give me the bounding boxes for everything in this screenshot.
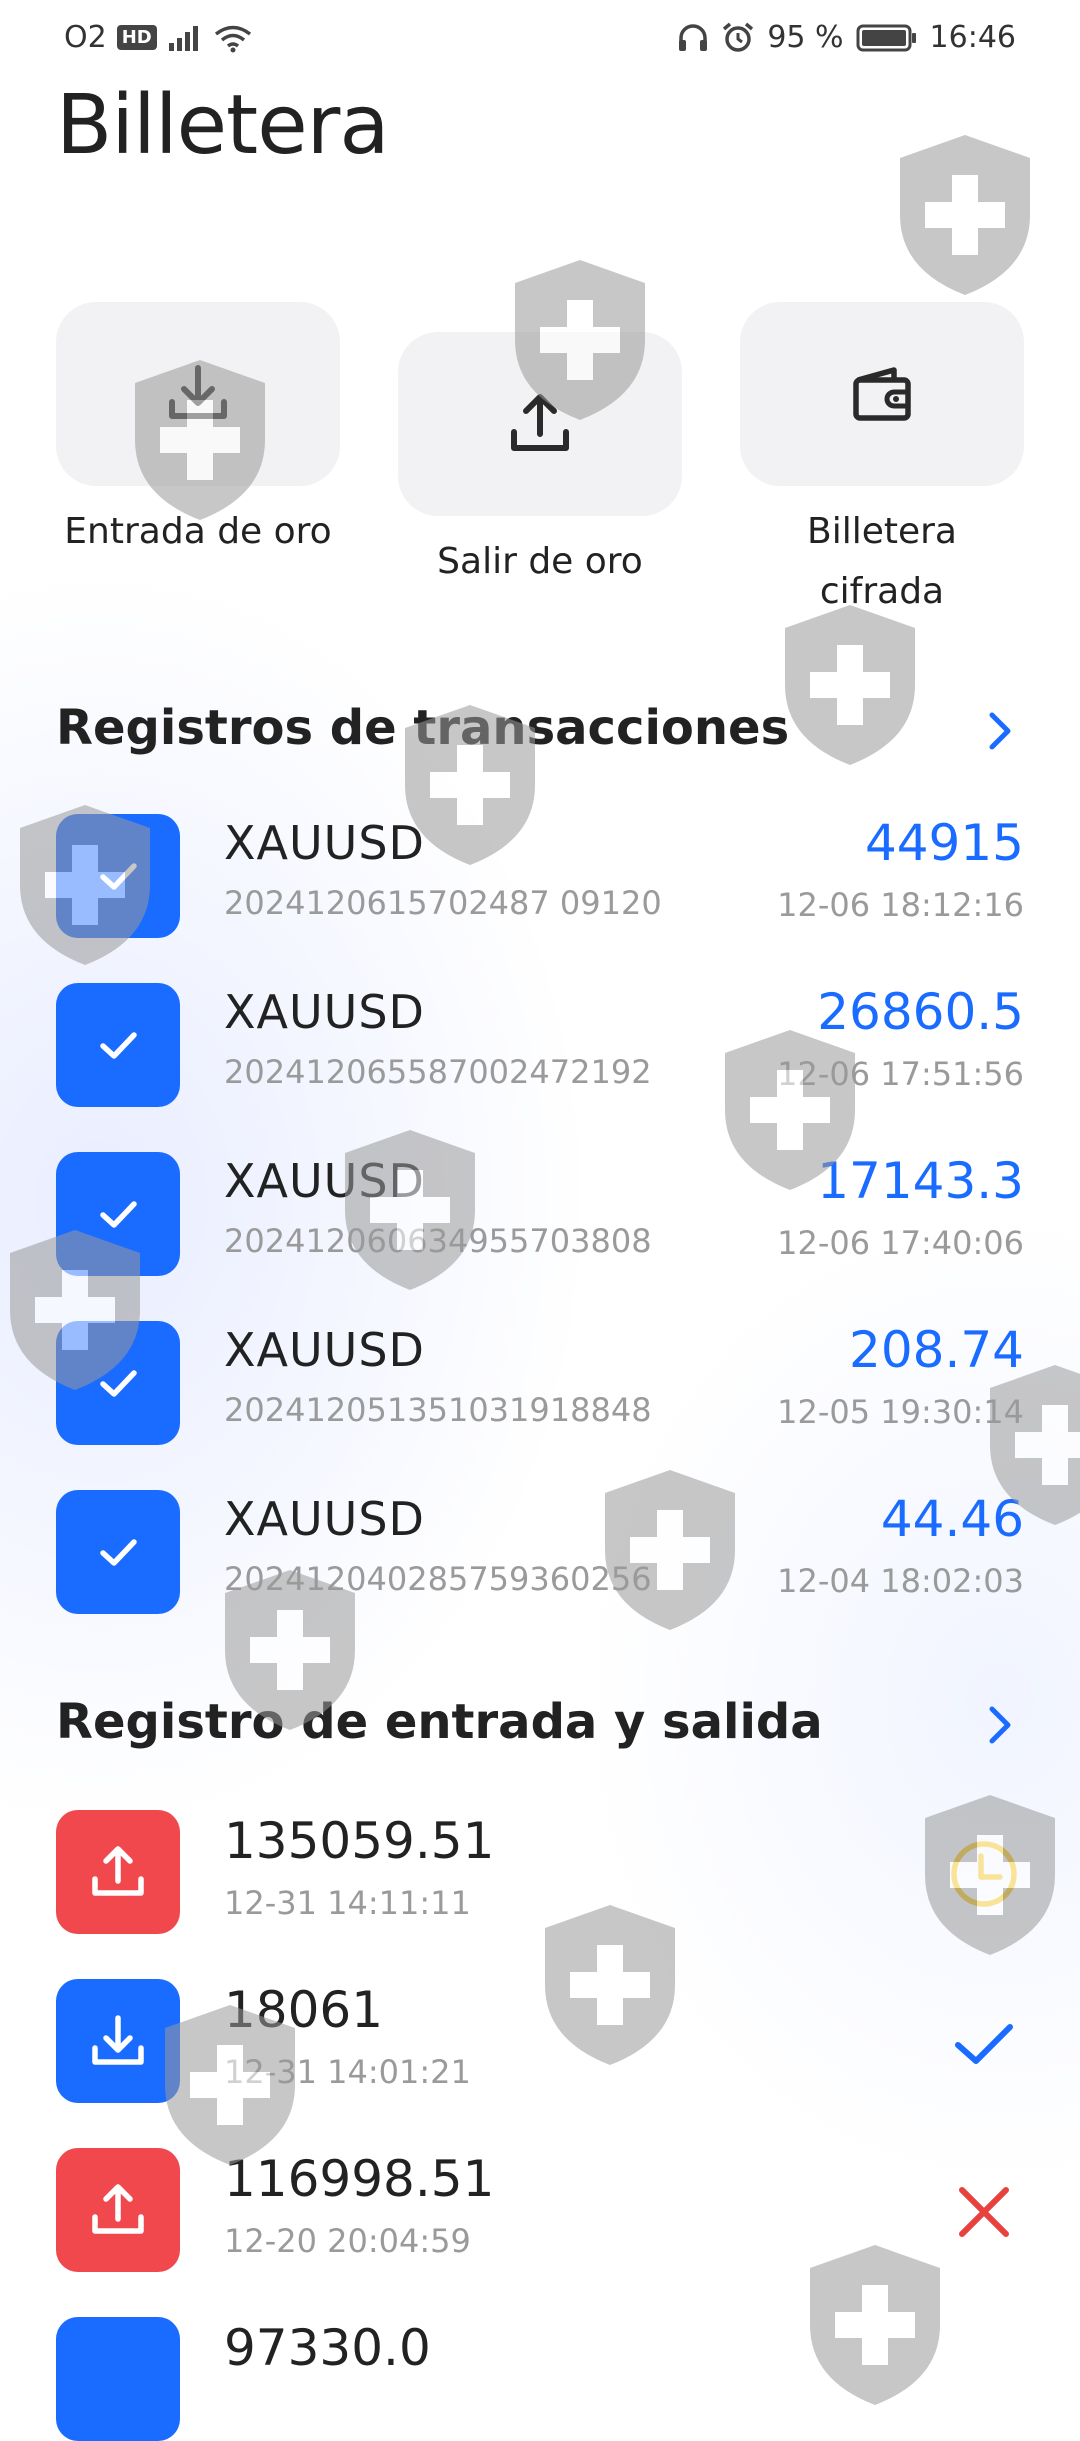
page-title: Billetera — [56, 78, 390, 173]
transaction-id: 202412051351031918848 — [224, 1391, 652, 1429]
battery-icon — [856, 24, 916, 51]
io-record-row[interactable]: 135059.51 12-31 14:11:11 — [56, 1806, 1024, 1934]
pending-status — [944, 1834, 1024, 1914]
io-record-row[interactable]: 97330.0 — [56, 2313, 1024, 2441]
transaction-id: 202412040285759360256 — [224, 1560, 652, 1598]
deposit-tile — [56, 1979, 180, 2103]
io-time: 12-31 14:11:11 — [224, 1884, 471, 1922]
transaction-id: 202412065587002472192 — [224, 1053, 652, 1091]
transaction-id: 2024120615702487 09120 — [224, 884, 662, 922]
transaction-symbol: XAUUSD — [224, 1492, 425, 1546]
io-amount: 135059.51 — [224, 1812, 495, 1870]
transaction-time: 12-05 19:30:14 — [777, 1393, 1024, 1431]
check-icon — [100, 1201, 137, 1228]
deposit-tile — [56, 2317, 180, 2441]
gold-deposit-label: Entrada de oro — [64, 511, 332, 552]
wifi-icon — [214, 25, 251, 52]
alarm-icon — [723, 22, 754, 52]
gold-deposit-action[interactable]: Entrada de oro — [56, 302, 340, 562]
gold-withdraw-action[interactable]: Salir de oro — [398, 332, 682, 592]
check-icon — [100, 1032, 137, 1059]
wallet-icon — [853, 367, 911, 421]
check-icon — [100, 863, 137, 890]
download-tray-icon — [169, 365, 227, 419]
check-icon — [100, 1370, 137, 1397]
gold-withdraw-tile[interactable] — [398, 332, 682, 516]
transaction-time: 12-06 17:40:06 — [777, 1224, 1024, 1262]
gold-withdraw-label: Salir de oro — [437, 541, 643, 582]
check-icon — [100, 1539, 137, 1566]
upload-tray-icon — [92, 2184, 144, 2234]
transaction-status-tile — [56, 1321, 180, 1445]
transaction-symbol: XAUUSD — [224, 816, 425, 870]
headphones-icon — [679, 23, 708, 51]
io-records-more-button[interactable] — [974, 1700, 1024, 1750]
transaction-amount: 44915 — [864, 814, 1024, 872]
io-time: 12-31 14:01:21 — [224, 2053, 471, 2091]
crypto-wallet-tile[interactable] — [740, 302, 1024, 486]
transaction-status-tile — [56, 983, 180, 1107]
transaction-symbol: XAUUSD — [224, 1323, 425, 1377]
withdraw-tile — [56, 2148, 180, 2272]
transaction-symbol: XAUUSD — [224, 1154, 425, 1208]
transaction-status-tile — [56, 814, 180, 938]
withdraw-tile — [56, 1810, 180, 1934]
transaction-status-tile — [56, 1490, 180, 1614]
upload-tray-icon — [511, 394, 569, 451]
io-time: 12-20 20:04:59 — [224, 2222, 471, 2260]
transaction-time: 12-04 18:02:03 — [777, 1562, 1024, 1600]
io-amount: 116998.51 — [224, 2150, 495, 2208]
transaction-row[interactable]: XAUUSD 202412065587002472192 26860.5 12-… — [56, 979, 1024, 1107]
transactions-section-title: Registros de transacciones — [56, 700, 790, 756]
io-record-row[interactable]: 18061 12-31 14:01:21 — [56, 1975, 1024, 2103]
chevron-right-icon — [989, 1706, 1011, 1744]
signal-icon — [168, 25, 198, 51]
transaction-amount: 26860.5 — [817, 983, 1024, 1041]
transaction-row[interactable]: XAUUSD 202412040285759360256 44.46 12-04… — [56, 1486, 1024, 1614]
transaction-amount: 17143.3 — [817, 1152, 1024, 1210]
crypto-wallet-label: Billetera cifrada — [807, 511, 957, 612]
transaction-row[interactable]: XAUUSD 202412051351031918848 208.74 12-0… — [56, 1317, 1024, 1445]
transaction-id: 202412060634955703808 — [224, 1222, 652, 1260]
download-tray-icon — [92, 2015, 144, 2065]
transaction-row[interactable]: XAUUSD 2024120615702487 09120 44915 12-0… — [56, 810, 1024, 938]
transaction-amount: 208.74 — [849, 1321, 1024, 1379]
transaction-time: 12-06 18:12:16 — [777, 886, 1024, 924]
clock-time: 16:46 — [929, 20, 1016, 55]
transactions-more-button[interactable] — [974, 706, 1024, 756]
close-icon — [959, 2187, 1009, 2237]
io-amount: 18061 — [224, 1981, 384, 2039]
transaction-symbol: XAUUSD — [224, 985, 425, 1039]
upload-tray-icon — [92, 1846, 144, 1896]
success-status — [944, 2003, 1024, 2083]
io-records-section-title: Registro de entrada y salida — [56, 1694, 823, 1750]
hd-badge: HD — [116, 25, 157, 50]
check-icon — [955, 2024, 1013, 2064]
battery-percent: 95 % — [767, 20, 844, 55]
transaction-time: 12-06 17:51:56 — [777, 1055, 1024, 1093]
failed-status — [944, 2172, 1024, 2252]
status-bar: O2 HD 95 % 16:46 — [0, 0, 1080, 78]
io-record-row[interactable]: 116998.51 12-20 20:04:59 — [56, 2144, 1024, 2272]
transaction-row[interactable]: XAUUSD 202412060634955703808 17143.3 12-… — [56, 1148, 1024, 1276]
crypto-wallet-action[interactable]: Billetera cifrada — [740, 302, 1024, 622]
chevron-right-icon — [989, 712, 1011, 750]
carrier-label: O2 — [64, 20, 107, 55]
clock-pending-icon — [951, 1841, 1017, 1907]
transaction-status-tile — [56, 1152, 180, 1276]
transaction-amount: 44.46 — [880, 1490, 1024, 1548]
gold-deposit-tile[interactable] — [56, 302, 340, 486]
io-amount: 97330.0 — [224, 2319, 431, 2377]
